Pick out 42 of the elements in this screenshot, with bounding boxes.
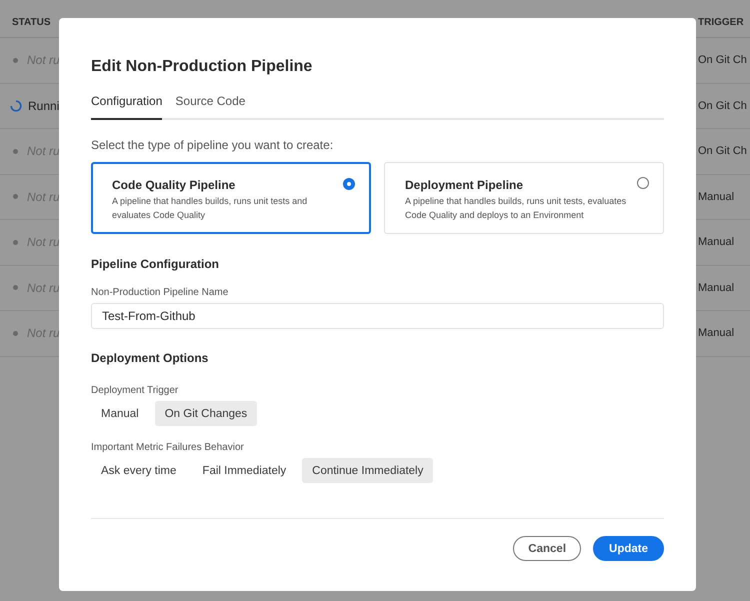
name-field[interactable]: Test-From-Github — [91, 303, 664, 329]
status-dot — [13, 240, 18, 245]
prompt-text: Select the type of pipeline you want to create: — [91, 138, 334, 152]
option-button[interactable]: Manual — [91, 401, 149, 426]
trigger-text: Manual — [698, 282, 736, 294]
trigger-text: On Git Ch — [698, 100, 748, 112]
trigger-text: On Git Ch — [698, 54, 748, 66]
status-dot — [13, 148, 18, 154]
trigger-text: On Git Ch — [698, 145, 748, 158]
status-dot — [13, 58, 18, 63]
column-header: STATUS — [12, 17, 51, 28]
status-dot — [13, 194, 18, 200]
update-button[interactable]: Update — [593, 536, 664, 561]
status-dot — [13, 330, 18, 336]
option-title: Deployment Pipeline — [405, 178, 524, 192]
dialog-title: Edit Non-Production Pipeline — [91, 58, 314, 76]
option-title: Code Quality Pipeline — [112, 178, 236, 192]
section-heading: Pipeline Configuration — [91, 257, 220, 271]
column-header: TRIGGER — [698, 17, 745, 28]
option-button[interactable]: On Git Changes — [154, 401, 258, 426]
status-dot — [13, 285, 18, 290]
option-description: A pipeline that handles builds, runs unit tests, evaluates Code Quality and deploys to an Environment — [405, 195, 628, 222]
field-label: Deployment Trigger — [91, 385, 180, 396]
field-label: Important Metric Failures Behavior — [91, 442, 245, 453]
spinner-icon — [10, 100, 22, 112]
radio-button[interactable] — [637, 177, 649, 189]
tab[interactable]: Configuration — [91, 94, 162, 120]
option-button[interactable]: Ask every time — [91, 458, 186, 483]
pipeline-option-card[interactable]: Code Quality Pipeline A pipeline that handles builds, runs unit tests and evaluates Code Quality — [91, 162, 371, 234]
option-button[interactable]: Continue Immediately — [302, 458, 434, 483]
section-heading: Deployment Options — [91, 351, 210, 365]
radio-button[interactable] — [343, 178, 355, 190]
field-label: Non-Production Pipeline Name — [91, 287, 230, 298]
tab[interactable]: Source Code — [175, 94, 246, 120]
status-text: Runni — [28, 98, 60, 113]
trigger-text: Manual — [698, 190, 736, 203]
trigger-text: Manual — [698, 236, 736, 248]
option-description: A pipeline that handles builds, runs unit tests and evaluates Code Quality — [112, 195, 308, 222]
trigger-text: Manual — [698, 327, 736, 340]
option-button[interactable]: Fail Immediately — [192, 458, 296, 483]
pipeline-option-card[interactable]: Deployment Pipeline A pipeline that handles builds, runs unit tests, evaluates Code Quality and deploys to an Environment — [384, 162, 664, 234]
cancel-button[interactable]: Cancel — [513, 536, 582, 561]
